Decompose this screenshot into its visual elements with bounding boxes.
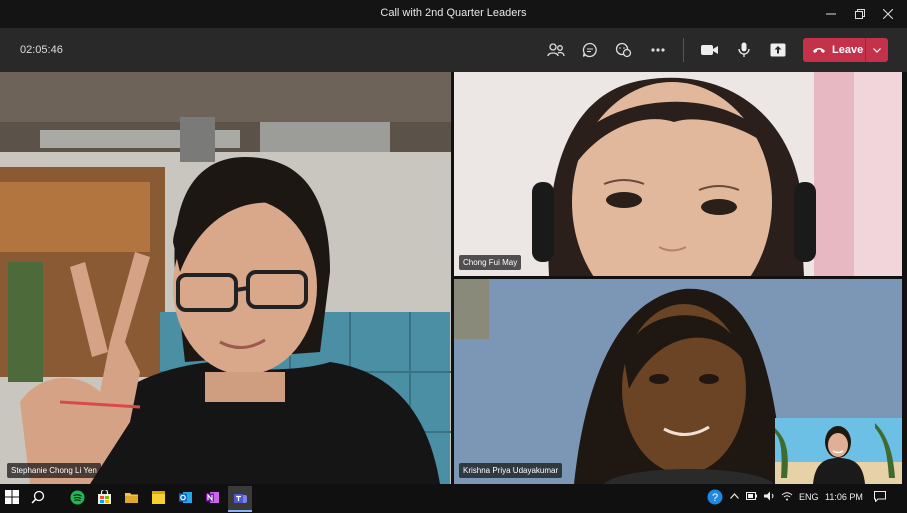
chevron-up-icon[interactable]: [730, 491, 739, 501]
store-icon[interactable]: [97, 488, 113, 506]
active-app-indicator: [228, 510, 252, 512]
spotify-icon[interactable]: [70, 490, 86, 506]
video-stage: Stephanie Chong Li Yen Chong Fui May Kri…: [0, 72, 907, 484]
outlook-icon[interactable]: [178, 490, 194, 506]
windows-taskbar: ? ENG 11:06 PM: [0, 484, 907, 513]
camera-icon[interactable]: [700, 40, 720, 60]
participant-video-1: [0, 72, 451, 484]
more-icon[interactable]: [648, 40, 668, 60]
chevron-down-icon: [873, 47, 881, 53]
sticky-notes-icon[interactable]: [151, 490, 167, 506]
volume-icon[interactable]: [764, 491, 776, 503]
microphone-icon[interactable]: [734, 40, 754, 60]
teams-icon[interactable]: [228, 486, 252, 511]
chat-icon[interactable]: [580, 40, 600, 60]
share-icon[interactable]: [768, 40, 788, 60]
windows-start-icon[interactable]: [5, 490, 21, 506]
hang-up-icon: [813, 48, 825, 53]
self-view-preview[interactable]: [775, 418, 902, 484]
participants-icon[interactable]: [546, 40, 566, 60]
self-view-video: [775, 418, 902, 484]
leave-options-button[interactable]: [865, 38, 888, 62]
title-bar: Call with 2nd Quarter Leaders: [0, 0, 907, 28]
leave-button[interactable]: Leave: [803, 38, 888, 62]
video-tile-1[interactable]: Stephanie Chong Li Yen: [0, 72, 451, 484]
wifi-icon[interactable]: [781, 491, 793, 503]
toolbar-divider: [683, 38, 684, 62]
minimize-icon[interactable]: [816, 4, 846, 24]
svg-text:?: ?: [712, 492, 718, 504]
restore-icon[interactable]: [845, 4, 875, 24]
participant-name-label: Stephanie Chong Li Yen: [7, 463, 101, 478]
battery-icon[interactable]: [746, 491, 758, 503]
file-explorer-icon[interactable]: [124, 490, 140, 506]
call-timer: 02:05:46: [20, 44, 63, 56]
participant-name-label: Chong Fui May: [459, 255, 522, 270]
language-indicator[interactable]: ENG: [799, 492, 819, 502]
video-tile-2[interactable]: Chong Fui May: [454, 72, 902, 276]
participant-name-label: Krishna Priya Udayakumar: [459, 463, 563, 478]
reactions-icon[interactable]: [614, 40, 634, 60]
search-icon[interactable]: [31, 490, 47, 506]
clock[interactable]: 11:06 PM: [825, 492, 863, 502]
window-title: Call with 2nd Quarter Leaders: [380, 7, 527, 19]
leave-label: Leave: [832, 44, 864, 56]
notifications-icon[interactable]: [874, 491, 886, 504]
participant-video-2: [454, 72, 902, 276]
onenote-icon[interactable]: [205, 490, 221, 506]
leave-main-button[interactable]: Leave: [803, 44, 865, 56]
help-icon[interactable]: ?: [707, 489, 723, 505]
meeting-toolbar: 02:05:46: [0, 28, 907, 72]
close-icon[interactable]: [873, 4, 903, 24]
